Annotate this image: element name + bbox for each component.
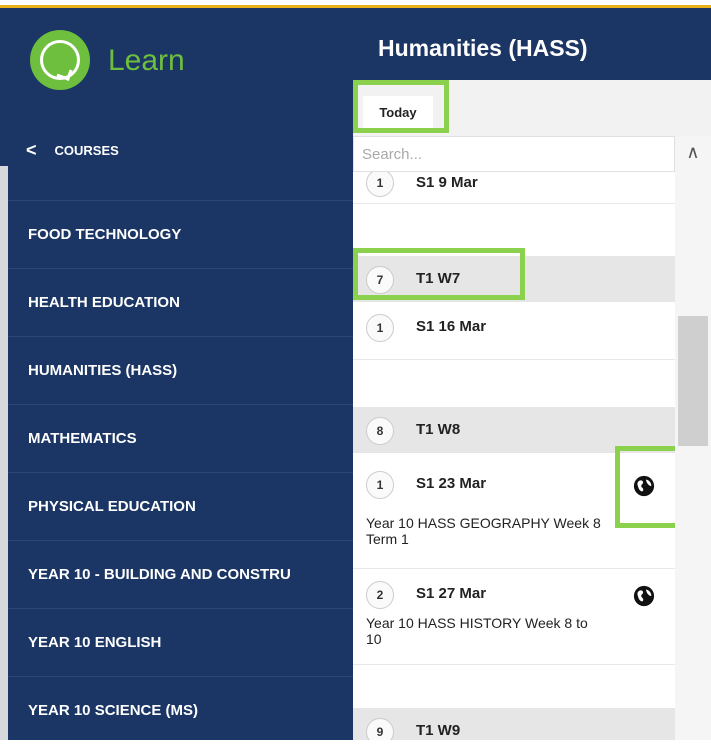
- session-description[interactable]: Year 10 HASS GEOGRAPHY Week 8 Term 1: [366, 515, 606, 547]
- session-number-badge: 1: [366, 471, 394, 499]
- sidebar-item-food-technology[interactable]: FOOD TECHNOLOGY: [8, 200, 353, 268]
- week-number-badge: 8: [366, 417, 394, 445]
- sidebar-item-label: FOOD TECHNOLOGY: [28, 226, 182, 243]
- sidebar-item-mathematics[interactable]: MATHEMATICS: [8, 404, 353, 472]
- timeline-session-row[interactable]: 1 S1 16 Mar: [353, 302, 675, 360]
- sidebar-item-label: PHYSICAL EDUCATION: [28, 498, 196, 515]
- globe-icon[interactable]: [633, 585, 655, 607]
- course-timeline-panel: Today 1 S1 9 Mar 7 T1 W7 1 S1 16 Mar 8 T…: [353, 80, 711, 740]
- chevron-left-icon: <: [26, 140, 37, 160]
- sidebar-item-label: HUMANITIES (HASS): [28, 362, 178, 379]
- sidebar-item-label: YEAR 10 ENGLISH: [28, 634, 162, 651]
- sidebar-item-label: MATHEMATICS: [28, 430, 137, 447]
- page-title: Humanities (HASS): [378, 35, 588, 61]
- globe-highlight-box: [615, 446, 681, 528]
- search-input[interactable]: [353, 136, 675, 172]
- learn-logo-icon[interactable]: [30, 30, 90, 90]
- page-header: Humanities (HASS): [353, 8, 711, 80]
- timeline-session-row[interactable]: 2 S1 27 Mar Year 10 HASS HISTORY Week 8 …: [353, 569, 675, 665]
- week-number-badge: 9: [366, 718, 394, 740]
- sidebar-item-health-education[interactable]: HEALTH EDUCATION: [8, 268, 353, 336]
- today-highlight-box: [353, 80, 449, 133]
- session-number-badge: 2: [366, 581, 394, 609]
- week-title: T1 W8: [416, 421, 461, 438]
- sidebar: Learn < COURSES FOOD TECHNOLOGY HEALTH E…: [0, 8, 353, 740]
- sidebar-item-year10-science[interactable]: YEAR 10 SCIENCE (MS): [8, 676, 353, 744]
- session-description[interactable]: Year 10 HASS HISTORY Week 8 to 10: [366, 615, 606, 647]
- session-number-badge: 1: [366, 314, 394, 342]
- week-title: T1 W9: [416, 722, 461, 739]
- courses-label: COURSES: [54, 143, 119, 158]
- sidebar-item-label: HEALTH EDUCATION: [28, 294, 180, 311]
- scrollbar-thumb[interactable]: [678, 316, 708, 446]
- back-to-courses-link[interactable]: < COURSES: [26, 140, 119, 161]
- sidebar-item-physical-education[interactable]: PHYSICAL EDUCATION: [8, 472, 353, 540]
- timeline-week-row[interactable]: 9 T1 W9: [353, 708, 675, 740]
- sidebar-item-label: YEAR 10 SCIENCE (MS): [28, 702, 199, 719]
- session-title: S1 23 Mar: [416, 475, 487, 492]
- sidebar-item-humanities[interactable]: HUMANITIES (HASS): [8, 336, 353, 404]
- brand-name[interactable]: Learn: [108, 44, 185, 78]
- sidebar-item-year10-english[interactable]: YEAR 10 ENGLISH: [8, 608, 353, 676]
- session-title: S1 16 Mar: [416, 318, 487, 335]
- session-title: S1 9 Mar: [416, 174, 478, 191]
- top-accent-line: [0, 0, 711, 8]
- scrollbar[interactable]: ∧: [675, 136, 711, 740]
- sidebar-item-year10-building[interactable]: YEAR 10 - BUILDING AND CONSTRU: [8, 540, 353, 608]
- week-highlight-box: [353, 248, 525, 300]
- session-title: S1 27 Mar: [416, 585, 487, 602]
- chevron-up-icon[interactable]: ∧: [675, 142, 711, 170]
- session-number-badge: 1: [366, 169, 394, 197]
- sidebar-item-label: YEAR 10 - BUILDING AND CONSTRU: [28, 566, 291, 583]
